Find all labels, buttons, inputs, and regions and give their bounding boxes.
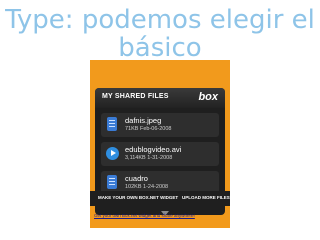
file-meta: 102KB 1-24-2008 [125, 184, 169, 190]
file-name: dafnis.jpeg [125, 116, 162, 125]
file-item[interactable]: edublogvideo.avi 3,114KB 1-31-2008 [101, 142, 219, 166]
promo-link[interactable]: Get your own Box.net widget and share an… [94, 213, 195, 218]
file-meta: 3,114KB 1-31-2008 [125, 155, 173, 161]
panel-title: MY SHARED FILES [102, 93, 169, 100]
slide-title: Type: podemos elegir el básico [5, 5, 315, 63]
file-meta: 71KB Feb-06-2008 [125, 126, 172, 132]
box-logo[interactable]: box [198, 91, 218, 103]
document-icon [107, 117, 117, 131]
file-name: cuadro [125, 174, 148, 183]
play-icon[interactable] [106, 147, 119, 160]
upload-more-button[interactable]: UPLOAD MORE FILES [182, 195, 230, 200]
file-item[interactable]: dafnis.jpeg 71KB Feb-06-2008 [101, 113, 219, 137]
make-widget-button[interactable]: MAKE YOUR OWN BOX.NET WIDGET [98, 195, 178, 200]
panel-header: MY SHARED FILES box [95, 88, 225, 108]
box-widget: MY SHARED FILES box dafnis.jpeg 71KB Feb… [90, 60, 230, 228]
document-icon [107, 175, 117, 189]
file-name: edublogvideo.avi [125, 145, 182, 154]
widget-footer: MAKE YOUR OWN BOX.NET WIDGET UPLOAD MORE… [90, 191, 230, 206]
